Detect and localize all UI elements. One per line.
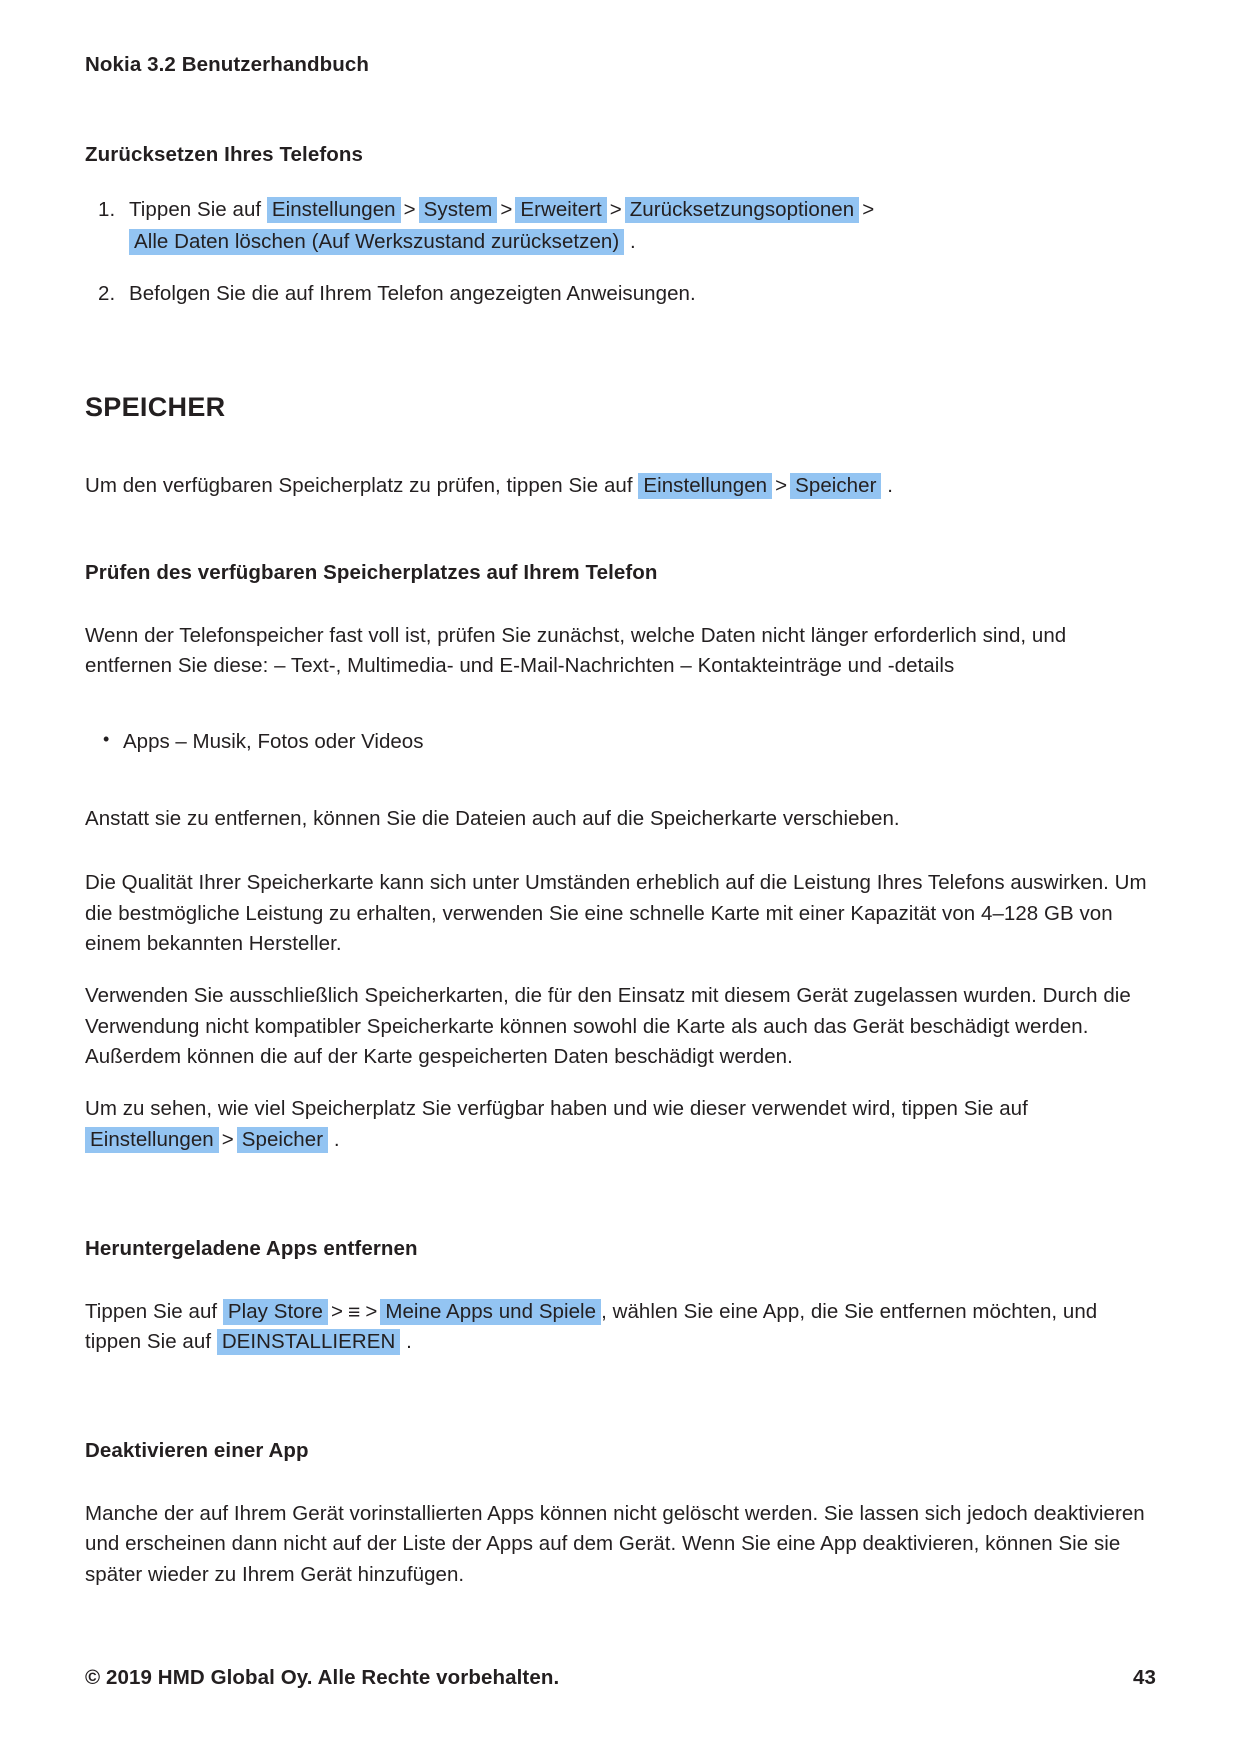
storage-intro-lead: Um den verfügbaren Speicherplatz zu prüf… (85, 473, 633, 497)
check-storage-paragraph-5: Um zu sehen, wie viel Speicherplatz Sie … (85, 1094, 1156, 1155)
menu-path-speicher[interactable]: Speicher (790, 472, 882, 499)
instruction-lead: Tippen Sie auf (85, 1299, 218, 1323)
section-heading-reset-phone: Zurücksetzen Ihres Telefons (85, 142, 364, 166)
menu-path-erweitert[interactable]: Erweitert (515, 197, 607, 224)
list-item: Apps – Musik, Fotos oder Videos (103, 726, 1156, 758)
disable-app-paragraph: Manche der auf Ihrem Gerät vorinstallier… (85, 1502, 1145, 1586)
section-heading-remove-apps: Heruntergeladene Apps entfernen (85, 1237, 418, 1261)
remove-apps-instruction: Tippen Sie auf Play Store > ≡ > Meine Apps u… (85, 1297, 1156, 1358)
path-separator: > (403, 198, 416, 222)
storage-intro-trailing: . (887, 473, 893, 497)
path-separator: > (609, 198, 622, 222)
list-item: Befolgen Sie die auf Ihrem Telefon angez… (121, 278, 1156, 310)
menu-path-einstellungen[interactable]: Einstellungen (266, 197, 401, 224)
path-separator: > (365, 1299, 378, 1323)
check-storage-paragraph-2: Anstatt sie zu entfernen, können Sie die… (85, 807, 900, 831)
page-footer: © 2019 HMD Global Oy. Alle Rechte vorbeh… (85, 1666, 1156, 1690)
section-heading-disable-app: Deaktivieren einer App (85, 1439, 309, 1463)
path-separator: > (862, 198, 875, 222)
hamburger-menu-icon[interactable]: ≡ (346, 1302, 362, 1323)
check-storage-paragraph: Wenn der Telefonspeicher fast voll ist, … (85, 623, 1067, 678)
menu-path-play-store[interactable]: Play Store (222, 1298, 328, 1325)
list-item: Tippen Sie auf Einstellungen>System>Erwe… (121, 194, 1156, 258)
check-storage-paragraph-4: Verwenden Sie ausschließlich Speicherkar… (85, 984, 1131, 1069)
check-storage-bullets: Apps – Musik, Fotos oder Videos (85, 726, 1156, 758)
footer-page-number: 43 (1132, 1666, 1156, 1689)
path-separator: > (500, 198, 513, 222)
p5-trailing: . (333, 1127, 340, 1151)
reset-phone-steps: Tippen Sie auf Einstellungen>System>Erwe… (85, 194, 1156, 309)
path-separator: > (221, 1127, 234, 1151)
check-storage-paragraph-3: Die Qualität Ihrer Speicherkarte kann si… (85, 871, 1147, 956)
path-separator: > (775, 473, 788, 497)
button-deinstallieren[interactable]: DEINSTALLIEREN (216, 1329, 401, 1356)
storage-intro-paragraph: Um den verfügbaren Speicherplatz zu prüf… (85, 471, 1156, 501)
p5-lead: Um zu sehen, wie viel Speicherplatz Sie … (85, 1097, 1028, 1121)
menu-path-einstellungen[interactable]: Einstellungen (638, 472, 773, 499)
menu-path-speicher[interactable]: Speicher (236, 1126, 329, 1153)
menu-path-zuruecksetzungsoptionen[interactable]: Zurücksetzungsoptionen (624, 197, 860, 224)
step1-trailing: . (629, 230, 636, 254)
instruction-trailing: . (406, 1330, 412, 1354)
section-heading-speicher: SPEICHER (85, 391, 226, 422)
menu-path-alle-daten-loeschen[interactable]: Alle Daten löschen (Auf Werkszustand zur… (129, 229, 625, 256)
menu-path-system[interactable]: System (418, 197, 498, 224)
menu-path-meine-apps-und-spiele[interactable]: Meine Apps und Spiele (380, 1298, 602, 1325)
menu-path-einstellungen[interactable]: Einstellungen (85, 1126, 219, 1153)
footer-copyright: © 2019 HMD Global Oy. Alle Rechte vorbeh… (85, 1666, 560, 1689)
path-separator: > (330, 1299, 343, 1323)
running-head: Nokia 3.2 Benutzerhandbuch (85, 53, 369, 76)
step1-lead: Tippen Sie auf (129, 198, 262, 222)
document-page: Nokia 3.2 Benutzerhandbuch Zurücksetzen … (0, 0, 1241, 1754)
section-heading-check-storage: Prüfen des verfügbaren Speicherplatzes a… (85, 561, 658, 585)
